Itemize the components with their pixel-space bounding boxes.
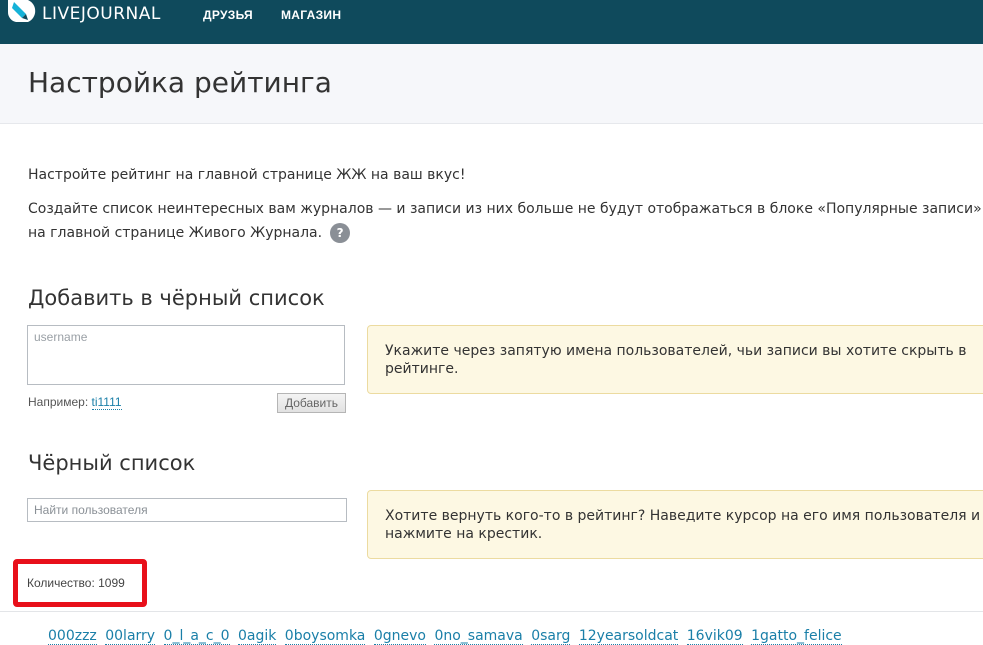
blacklist-user-link[interactable]: 0agik bbox=[237, 628, 277, 645]
livejournal-logo-icon[interactable] bbox=[6, 0, 36, 26]
add-hint-box: Укажите через запятую имена пользователе… bbox=[367, 325, 983, 394]
user-search-input[interactable] bbox=[27, 498, 347, 522]
blacklist-user-link[interactable]: 00larry bbox=[105, 628, 156, 645]
blacklist-user-link[interactable]: 0boysomka bbox=[284, 628, 366, 645]
page-title: Настройка рейтинга bbox=[28, 66, 332, 99]
divider bbox=[0, 611, 983, 612]
logo-text[interactable]: LIVEJOURNAL bbox=[42, 4, 161, 24]
username-input[interactable] bbox=[27, 325, 345, 385]
blacklist-user-list: 000zzz 00larry 0_l_a_c_0 0agik 0boysomka… bbox=[48, 628, 846, 645]
intro-text-2: Создайте список неинтересных вам журнало… bbox=[28, 201, 982, 217]
blacklist-user-link[interactable]: 12yearsoldcat bbox=[578, 628, 679, 645]
blacklist-user-link[interactable]: 0gnevo bbox=[373, 628, 426, 645]
intro-text-3: на главной странице Живого Журнала.? bbox=[28, 223, 351, 243]
add-button[interactable]: Добавить bbox=[277, 393, 346, 413]
blacklist-user-link[interactable]: 16vik09 bbox=[686, 628, 743, 645]
add-hint-text: Укажите через запятую имена пользователе… bbox=[385, 342, 967, 377]
blacklist-user-link[interactable]: 1gatto_felice bbox=[751, 628, 842, 645]
blacklist-user-link[interactable]: 0no_samava bbox=[434, 628, 523, 645]
intro-text-1: Настройте рейтинг на главной странице ЖЖ… bbox=[28, 167, 466, 183]
top-navigation-bar: LIVEJOURNAL ДРУЗЬЯ МАГАЗИН bbox=[0, 0, 983, 44]
nav-shop-link[interactable]: МАГАЗИН bbox=[281, 8, 341, 22]
example-hint: Например: ti1111 bbox=[28, 395, 122, 410]
blacklist-title: Чёрный список bbox=[28, 451, 196, 475]
example-user-link[interactable]: ti1111 bbox=[91, 395, 122, 410]
add-to-blacklist-title: Добавить в чёрный список bbox=[28, 286, 325, 310]
help-icon[interactable]: ? bbox=[330, 223, 351, 243]
blacklist-user-link[interactable]: 0_l_a_c_0 bbox=[163, 628, 230, 645]
example-label: Например: bbox=[28, 395, 89, 409]
blacklist-hint-text: Хотите вернуть кого-то в рейтинг? Наведи… bbox=[385, 507, 981, 542]
nav-friends-link[interactable]: ДРУЗЬЯ bbox=[203, 8, 253, 22]
blacklist-hint-box: Хотите вернуть кого-то в рейтинг? Наведи… bbox=[367, 490, 983, 559]
blacklist-count: Количество: 1099 bbox=[27, 576, 125, 590]
blacklist-user-link[interactable]: 0sarg bbox=[531, 628, 571, 645]
blacklist-user-link[interactable]: 000zzz bbox=[48, 628, 97, 645]
intro-text-3-label: на главной странице Живого Журнала. bbox=[28, 225, 323, 241]
